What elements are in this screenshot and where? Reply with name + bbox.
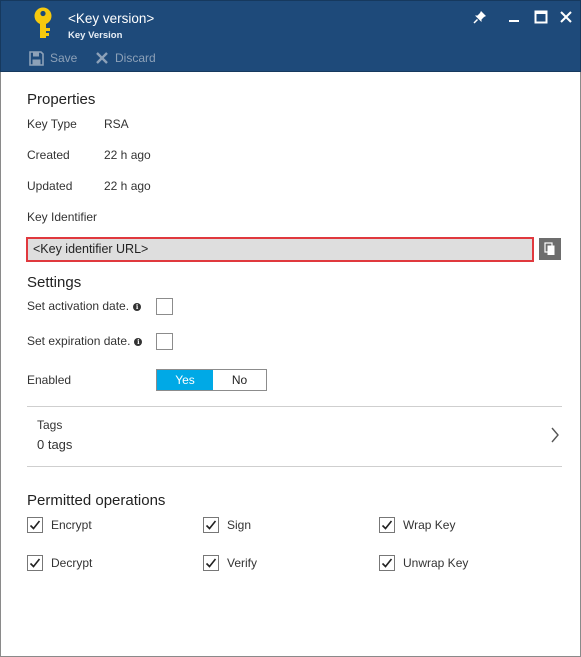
tags-row[interactable]: Tags 0 tags	[27, 407, 562, 466]
updated-value: 22 h ago	[104, 179, 151, 193]
enabled-label: Enabled	[27, 373, 72, 387]
operation-label: Unwrap Key	[403, 556, 469, 570]
check-icon	[205, 520, 217, 530]
divider	[27, 466, 562, 467]
unwrap-key-checkbox[interactable]	[379, 555, 395, 571]
blade-subtitle: Key Version	[68, 30, 123, 41]
activation-label: Set activation date. i	[27, 299, 142, 313]
operation-decrypt[interactable]: Decrypt	[27, 555, 92, 571]
copy-button[interactable]	[539, 238, 561, 260]
expiration-date-checkbox[interactable]	[156, 333, 173, 350]
activation-label-text: Set activation date.	[27, 299, 130, 313]
verify-checkbox[interactable]	[203, 555, 219, 571]
info-icon: i	[133, 303, 142, 311]
minimize-button[interactable]	[504, 7, 524, 27]
updated-label: Updated	[27, 179, 73, 193]
enabled-yes-option[interactable]: Yes	[157, 370, 213, 390]
check-icon	[29, 558, 41, 568]
maximize-button[interactable]	[531, 7, 551, 27]
expiration-label-text: Set expiration date.	[27, 334, 131, 348]
pin-button[interactable]	[470, 7, 490, 27]
wrap-key-checkbox[interactable]	[379, 517, 395, 533]
key-identifier-label: Key Identifier	[27, 210, 98, 224]
key-identifier-field[interactable]: <Key identifier URL>	[26, 237, 534, 262]
decrypt-checkbox[interactable]	[27, 555, 43, 571]
operation-label: Wrap Key	[403, 518, 456, 532]
key-type-value: RSA	[104, 117, 129, 131]
operation-label: Verify	[227, 556, 258, 570]
operation-label: Decrypt	[51, 556, 93, 570]
permitted-operations-title: Permitted operations	[27, 492, 166, 509]
enabled-toggle: Yes No	[156, 369, 267, 391]
expiration-label: Set expiration date. i	[27, 334, 143, 348]
maximize-icon	[534, 10, 548, 24]
chevron-right-icon	[551, 427, 559, 443]
blade-header: <Key version> Key Version Save Discard	[0, 0, 581, 72]
key-icon	[34, 7, 52, 38]
operation-label: Sign	[227, 518, 252, 532]
save-label: Save	[50, 51, 78, 65]
tags-count: 0 tags	[37, 437, 73, 452]
minimize-icon	[509, 20, 519, 22]
close-icon	[560, 11, 572, 23]
blade-title: <Key version>	[68, 11, 155, 26]
discard-icon	[96, 52, 108, 64]
discard-label: Discard	[115, 51, 156, 65]
save-icon	[29, 50, 44, 66]
operation-unwrap-key[interactable]: Unwrap Key	[379, 555, 468, 571]
encrypt-checkbox[interactable]	[27, 517, 43, 533]
tags-label: Tags	[37, 418, 63, 432]
check-icon	[381, 520, 393, 530]
sign-checkbox[interactable]	[203, 517, 219, 533]
key-type-label: Key Type	[27, 117, 77, 131]
info-icon: i	[134, 338, 143, 346]
check-icon	[381, 558, 393, 568]
operation-wrap-key[interactable]: Wrap Key	[379, 517, 455, 533]
created-label: Created	[27, 148, 70, 162]
save-button[interactable]: Save	[29, 49, 77, 67]
check-icon	[29, 520, 41, 530]
close-button[interactable]	[556, 7, 576, 27]
activation-date-checkbox[interactable]	[156, 298, 173, 315]
settings-title: Settings	[27, 274, 82, 291]
operation-encrypt[interactable]: Encrypt	[27, 517, 92, 533]
discard-button[interactable]: Discard	[95, 49, 156, 67]
operation-sign[interactable]: Sign	[203, 517, 251, 533]
copy-icon	[544, 242, 555, 255]
operation-verify[interactable]: Verify	[203, 555, 257, 571]
properties-title: Properties	[27, 91, 96, 108]
check-icon	[205, 558, 217, 568]
enabled-no-option[interactable]: No	[213, 370, 266, 390]
created-value: 22 h ago	[104, 148, 151, 162]
operation-label: Encrypt	[51, 518, 92, 532]
pin-icon	[473, 11, 486, 24]
